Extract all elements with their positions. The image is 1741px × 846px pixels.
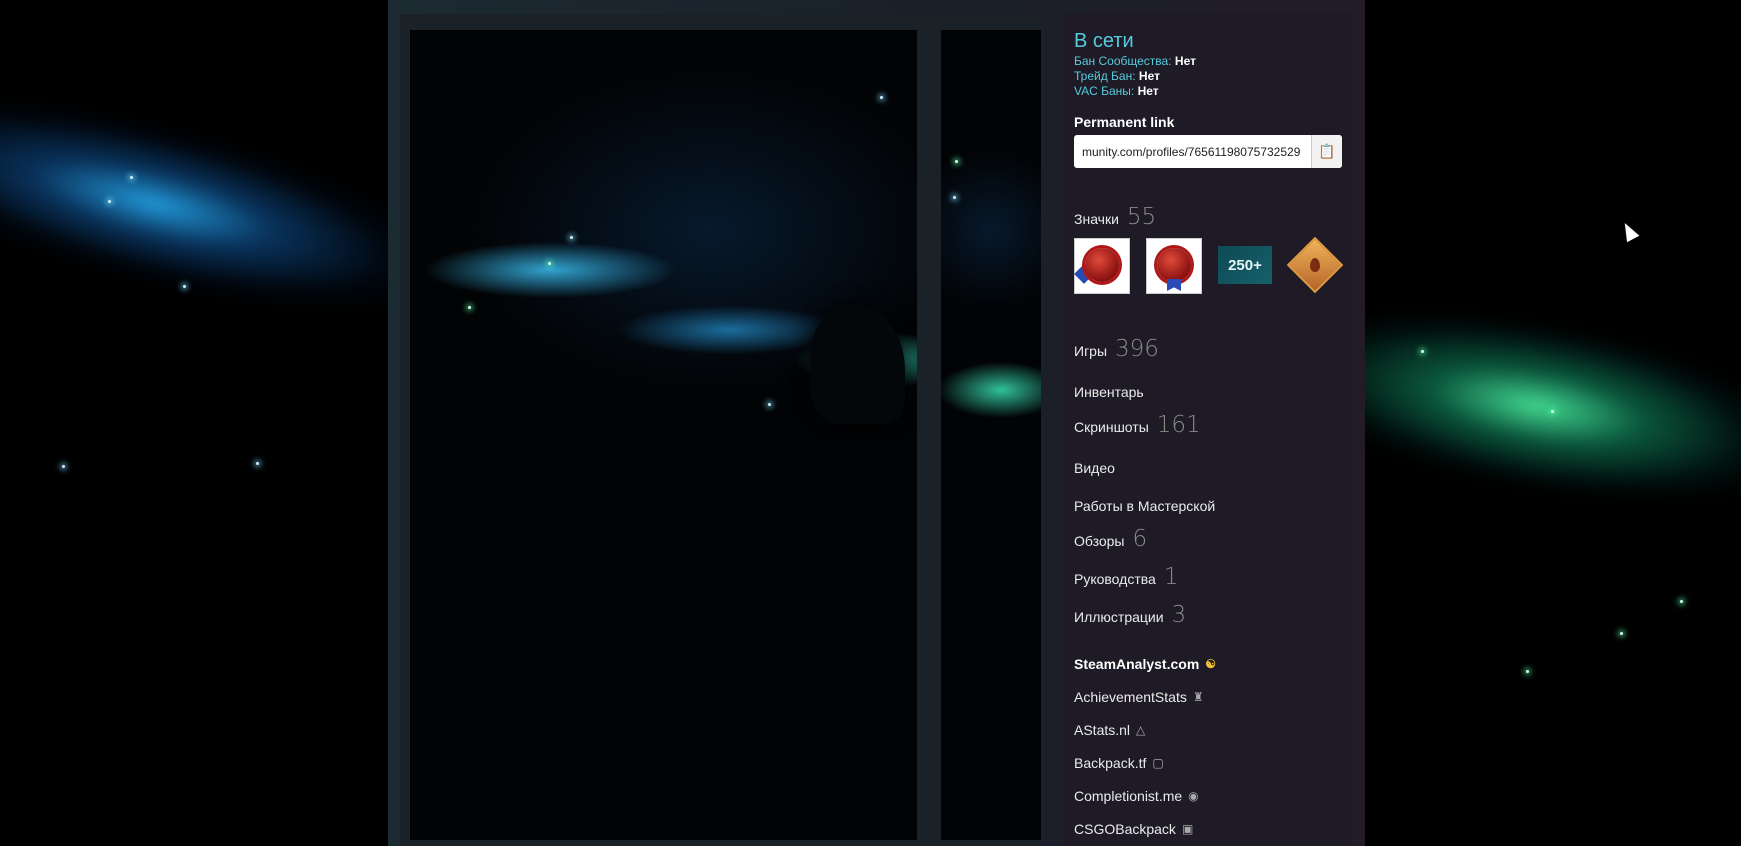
inventory-link[interactable]: Инвентарь <box>1074 384 1144 400</box>
horsehead-nebula <box>810 304 905 424</box>
star <box>1421 350 1424 353</box>
copy-link-button[interactable]: 📋 <box>1311 135 1342 168</box>
artwork-main[interactable] <box>410 30 917 840</box>
star <box>880 96 883 99</box>
completionist-icon: ◉ <box>1188 789 1199 803</box>
star <box>62 465 65 468</box>
permanent-link-input[interactable] <box>1074 135 1311 168</box>
guides-link[interactable]: Руководства 1 <box>1074 564 1178 590</box>
wax-seal-icon <box>1085 248 1119 282</box>
ribbon-bottom <box>1167 279 1181 291</box>
astats-link[interactable]: AStats.nl △ <box>1074 722 1145 738</box>
star <box>1620 632 1623 635</box>
artwork-side[interactable] <box>941 30 1041 840</box>
achievementstats-link[interactable]: AchievementStats ♜ <box>1074 689 1204 705</box>
backpacktf-link[interactable]: Backpack.tf ▢ <box>1074 755 1164 771</box>
completionist-link[interactable]: Completionist.me ◉ <box>1074 788 1199 804</box>
star <box>955 160 958 163</box>
badges-count: 55 <box>1126 204 1157 230</box>
badge-diamond[interactable] <box>1286 236 1344 294</box>
community-ban: Бан Сообщества: Нет <box>1074 54 1196 68</box>
star <box>953 196 956 199</box>
screenshots-link[interactable]: Скриншоты 161 <box>1074 412 1201 438</box>
star <box>108 200 111 203</box>
star <box>130 176 133 179</box>
star <box>1680 600 1683 603</box>
csgobackpack-icon: ▣ <box>1181 822 1194 836</box>
clipboard-icon: 📋 <box>1318 143 1336 159</box>
permanent-link-label: Permanent link <box>1074 114 1175 130</box>
wax-seal-icon <box>1157 248 1191 282</box>
star <box>768 403 771 406</box>
star <box>570 236 573 239</box>
diamond-drop-icon <box>1286 236 1344 294</box>
star <box>1551 410 1554 413</box>
star <box>1526 670 1529 673</box>
workshop-link[interactable]: Работы в Мастерской <box>1074 498 1215 514</box>
steamanalyst-link[interactable]: SteamAnalyst.com ☯ <box>1074 656 1216 672</box>
artwork-link[interactable]: Иллюстрации 3 <box>1074 602 1186 628</box>
ban-status: Бан Сообщества: Нет Трейд Бан: Нет VAC Б… <box>1074 54 1196 99</box>
steamanalyst-icon: ☯ <box>1205 657 1217 671</box>
nebula-band-right <box>1319 291 1741 529</box>
astats-icon: △ <box>1136 723 1146 737</box>
vac-ban: VAC Баны: Нет <box>1074 84 1159 98</box>
permanent-link-box: 📋 <box>1074 135 1342 168</box>
backpacktf-icon: ▢ <box>1152 756 1164 770</box>
badge-250-plus[interactable]: 250+ <box>1218 246 1272 284</box>
reviews-link[interactable]: Обзоры 6 <box>1074 526 1147 552</box>
badge-showcase: 250+ <box>1074 236 1344 294</box>
star <box>183 285 186 288</box>
profile-page: В сети Бан Сообщества: Нет Трейд Бан: Не… <box>388 0 1365 846</box>
badges-link[interactable]: Значки 55 <box>1074 204 1156 230</box>
star <box>548 262 551 265</box>
videos-link[interactable]: Видео <box>1074 460 1115 476</box>
star <box>256 462 259 465</box>
achievementstats-icon: ♜ <box>1192 690 1204 704</box>
star <box>468 306 471 309</box>
games-link[interactable]: Игры 396 <box>1074 336 1159 362</box>
csgobackpack-link[interactable]: CSGOBackpack ▣ <box>1074 821 1193 837</box>
badge-years-seal[interactable] <box>1146 238 1202 294</box>
badge-community-seal[interactable] <box>1074 238 1130 294</box>
profile-sidebar: В сети Бан Сообщества: Нет Трейд Бан: Не… <box>1064 14 1352 846</box>
trade-ban: Трейд Бан: Нет <box>1074 69 1160 83</box>
online-status: В сети <box>1074 30 1134 52</box>
nebula-band-left <box>0 84 452 346</box>
